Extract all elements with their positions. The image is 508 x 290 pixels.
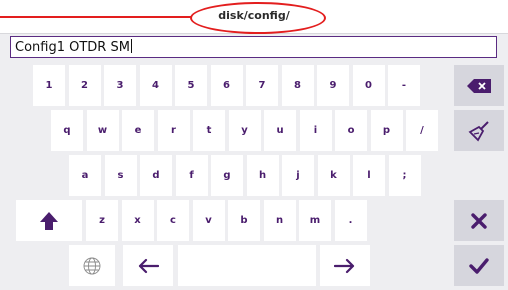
confirm-key[interactable]	[454, 245, 504, 286]
key-6[interactable]: 6	[210, 65, 243, 106]
globe-icon	[82, 256, 102, 276]
key--[interactable]: -	[388, 65, 420, 106]
key-k[interactable]: k	[317, 155, 350, 196]
language-key[interactable]	[69, 245, 115, 286]
key-r[interactable]: r	[157, 110, 190, 151]
backspace-key[interactable]	[454, 65, 504, 106]
key-.[interactable]: .	[334, 200, 367, 241]
key-o[interactable]: o	[335, 110, 367, 151]
key-y[interactable]: y	[228, 110, 261, 151]
cursor-left-key[interactable]	[123, 245, 173, 286]
key-i[interactable]: i	[299, 110, 332, 151]
key-8[interactable]: 8	[281, 65, 314, 106]
space-key[interactable]	[178, 245, 316, 286]
key-z[interactable]: z	[86, 200, 118, 241]
clear-key[interactable]	[454, 110, 504, 151]
key-j[interactable]: j	[282, 155, 314, 196]
key-v[interactable]: v	[192, 200, 225, 241]
key-;[interactable]: ;	[388, 155, 421, 196]
key-f[interactable]: f	[175, 155, 208, 196]
key-c[interactable]: c	[157, 200, 189, 241]
key-3[interactable]: 3	[104, 65, 136, 106]
key-5[interactable]: 5	[175, 65, 207, 106]
key-x[interactable]: x	[121, 200, 154, 241]
key-l[interactable]: l	[353, 155, 385, 196]
key-s[interactable]: s	[104, 155, 137, 196]
left-arrow-icon	[137, 258, 159, 274]
key-d[interactable]: d	[140, 155, 172, 196]
key-u[interactable]: u	[264, 110, 296, 151]
cancel-key[interactable]	[454, 200, 504, 241]
text-input[interactable]: Config1 OTDR SM	[10, 36, 497, 58]
shift-key[interactable]	[16, 200, 82, 241]
key-a[interactable]: a	[69, 155, 101, 196]
highlight-pointer-line	[0, 16, 191, 18]
key-2[interactable]: 2	[68, 65, 101, 106]
cursor-right-key[interactable]	[320, 245, 370, 286]
broom-icon	[467, 119, 491, 143]
key-h[interactable]: h	[246, 155, 279, 196]
checkmark-icon	[469, 257, 489, 274]
key-9[interactable]: 9	[317, 65, 349, 106]
key-e[interactable]: e	[122, 110, 154, 151]
key-t[interactable]: t	[193, 110, 225, 151]
backspace-icon	[467, 78, 491, 93]
key-p[interactable]: p	[370, 110, 403, 151]
key-g[interactable]: g	[211, 155, 243, 196]
key-/[interactable]: /	[406, 110, 438, 151]
path-highlight-oval	[190, 2, 326, 34]
shift-arrow-icon	[39, 211, 59, 231]
key-b[interactable]: b	[228, 200, 260, 241]
key-4[interactable]: 4	[139, 65, 172, 106]
close-icon	[471, 212, 487, 229]
key-q[interactable]: q	[51, 110, 83, 151]
key-7[interactable]: 7	[246, 65, 278, 106]
key-n[interactable]: n	[263, 200, 296, 241]
key-m[interactable]: m	[299, 200, 331, 241]
right-arrow-icon	[334, 258, 356, 274]
key-1[interactable]: 1	[33, 65, 65, 106]
key-0[interactable]: 0	[352, 65, 385, 106]
key-w[interactable]: w	[86, 110, 119, 151]
input-value: Config1 OTDR SM	[15, 40, 130, 55]
